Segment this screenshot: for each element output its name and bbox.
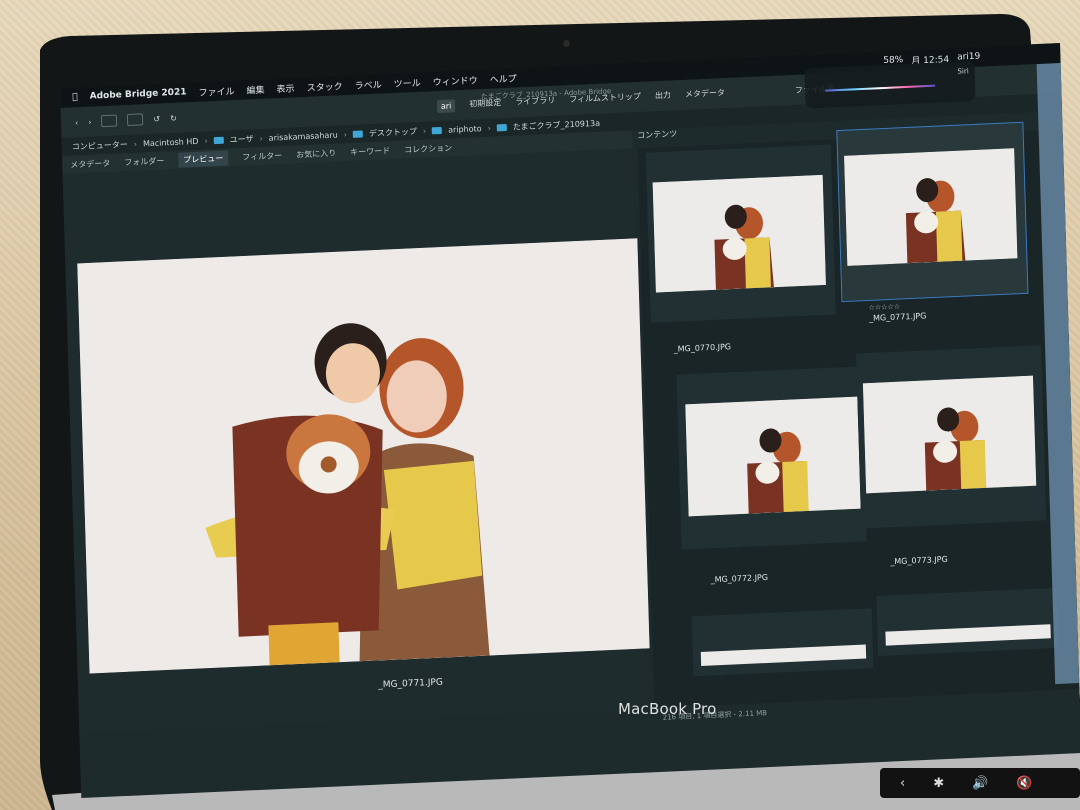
menu-window[interactable]: ウィンドウ [432,73,478,88]
tab-filter[interactable]: フィルター [242,150,282,163]
content-panel: _MG_0770.JPG ☆☆☆☆☆ _MG_0771.JPG _MG_0772… [637,121,1080,709]
folder-icon [496,123,507,131]
apple-icon[interactable]:  [72,92,78,102]
device-brand: MacBook Pro [618,700,717,718]
thumbnail-image[interactable] [700,644,867,666]
folder-icon [352,129,363,138]
siri-waveform-icon [825,84,936,92]
brightness-icon[interactable]: ✱ [933,776,944,791]
laptop:  Adobe Bridge 2021 ファイル 編集 表示 スタック ラベル … [0,0,1080,810]
siri-label: Siri [957,67,969,76]
tab-folders[interactable]: フォルダー [124,155,164,168]
menu-stack[interactable]: スタック [306,79,342,94]
thumbnail-filename: _MG_0770.JPG [673,342,732,354]
thumbnail-cell[interactable] [876,587,1059,656]
recent-icon[interactable] [101,114,118,128]
path-desktop[interactable]: デスクトップ [369,126,417,139]
thumbnail-image[interactable] [844,148,1018,266]
thumbnail-filename: _MG_0773.JPG [890,554,948,567]
tab-preview[interactable]: プレビュー [178,150,229,168]
rotate-right-icon[interactable]: ↻ [170,113,177,122]
folder-icon [213,136,224,144]
tab-favorites[interactable]: お気に入り [296,147,336,160]
workspace-ari[interactable]: ari [436,98,456,113]
folder-icon [431,126,443,134]
thumbnail-cell[interactable] [856,345,1047,529]
mute-icon[interactable]: 🔇 [1016,776,1032,791]
workspace-metadata[interactable]: メタデータ [685,87,725,102]
thumbnail-cell[interactable] [676,366,867,550]
thumbnail-image[interactable] [885,624,1051,646]
thumbnail-photo [862,375,1037,494]
tab-metadata[interactable]: メタデータ [70,157,110,170]
preview-photo[interactable] [77,238,650,674]
workspace-output[interactable]: 出力 [655,89,671,103]
menu-tools[interactable]: ツール [393,75,421,89]
preview-panel: _MG_0771.JPG [62,148,650,735]
path-ariphoto[interactable]: ariphoto [448,124,482,135]
touch-bar: ‹ ✱ 🔊 🔇 [880,768,1080,798]
tab-keywords[interactable]: キーワード [350,145,390,158]
thumbnail-cell-selected[interactable] [836,121,1029,303]
back-icon[interactable]: ‹ [75,118,78,127]
menu-help[interactable]: ヘルプ [489,71,517,85]
forward-icon[interactable]: › [88,117,91,126]
menu-file[interactable]: ファイル [198,84,234,99]
app-menu[interactable]: Adobe Bridge 2021 [90,87,187,101]
thumbnail-photo [844,148,1018,266]
thumbnail-cell[interactable] [645,144,836,323]
menu-label[interactable]: ラベル [354,77,381,91]
volume-icon[interactable]: 🔊 [972,776,988,791]
path-computer[interactable]: コンピューター [72,139,128,153]
path-home[interactable]: arisakamasaharu [269,130,338,142]
preview-filename: _MG_0771.JPG [378,677,444,691]
thumbnail-image[interactable] [862,375,1037,494]
webcam [563,40,570,47]
thumbnail-filename: _MG_0772.JPG [710,572,769,585]
path-current-folder[interactable]: たまごクラブ_210913a [513,117,601,132]
thumbnail-photo [685,396,861,517]
path-disk[interactable]: Macintosh HD [143,136,199,147]
siri-window[interactable]: Siri [804,60,976,109]
thumbnail-image[interactable] [685,396,861,517]
chevron-left-icon[interactable]: ‹ [900,776,905,791]
menu-edit[interactable]: 編集 [246,82,264,96]
tab-collections[interactable]: コレクション [404,142,452,155]
photo-mother-and-child [77,238,650,674]
thumbnail-cell[interactable] [691,608,874,677]
path-users[interactable]: ユーザ [229,133,254,145]
camera-import-icon[interactable] [127,113,144,127]
thumbnail-image[interactable] [652,174,826,293]
rating-stars[interactable]: ☆☆☆☆☆ [869,303,901,312]
rotate-left-icon[interactable]: ↺ [153,114,160,123]
thumbnail-photo [652,174,826,293]
tab-content[interactable]: コンテンツ [637,128,677,141]
screen:  Adobe Bridge 2021 ファイル 編集 表示 スタック ラベル … [60,43,1080,798]
menu-view[interactable]: 表示 [276,81,294,95]
thumbnail-filename: _MG_0771.JPG [868,311,927,323]
